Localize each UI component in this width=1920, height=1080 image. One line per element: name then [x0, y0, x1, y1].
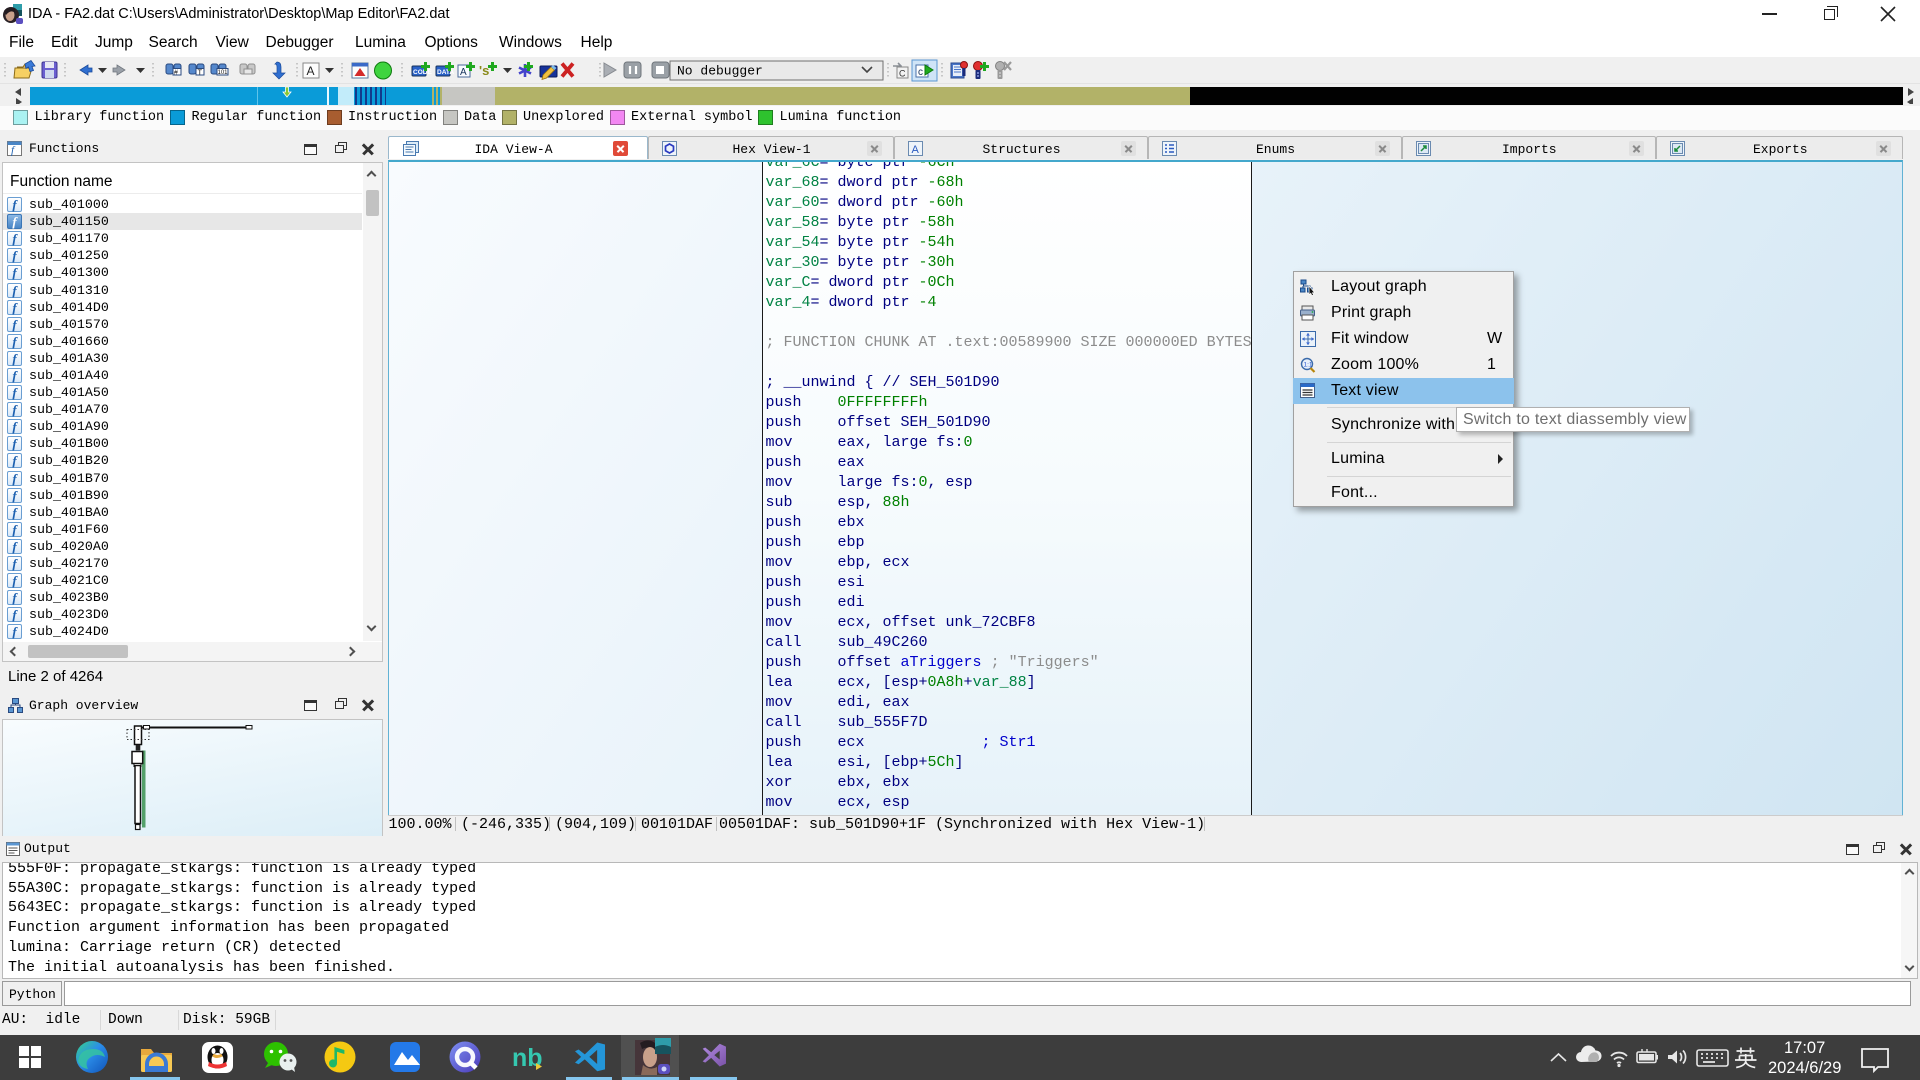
svg-text:c: c	[918, 67, 923, 78]
svg-text:A: A	[307, 64, 315, 78]
svg-text:DATA: DATA	[437, 69, 454, 76]
svg-text:CODE: CODE	[413, 69, 432, 76]
svg-text:A: A	[460, 67, 467, 78]
svg-text:'s: 's	[479, 63, 489, 78]
svg-text:#: #	[174, 70, 178, 77]
svg-text:A: A	[912, 144, 920, 156]
svg-text:C: C	[899, 69, 906, 79]
svg-text:No debugger: No debugger	[677, 64, 763, 79]
svg-text:1:1: 1:1	[1304, 362, 1313, 369]
svg-text:101: 101	[218, 70, 229, 76]
svg-text:T: T	[198, 68, 203, 77]
